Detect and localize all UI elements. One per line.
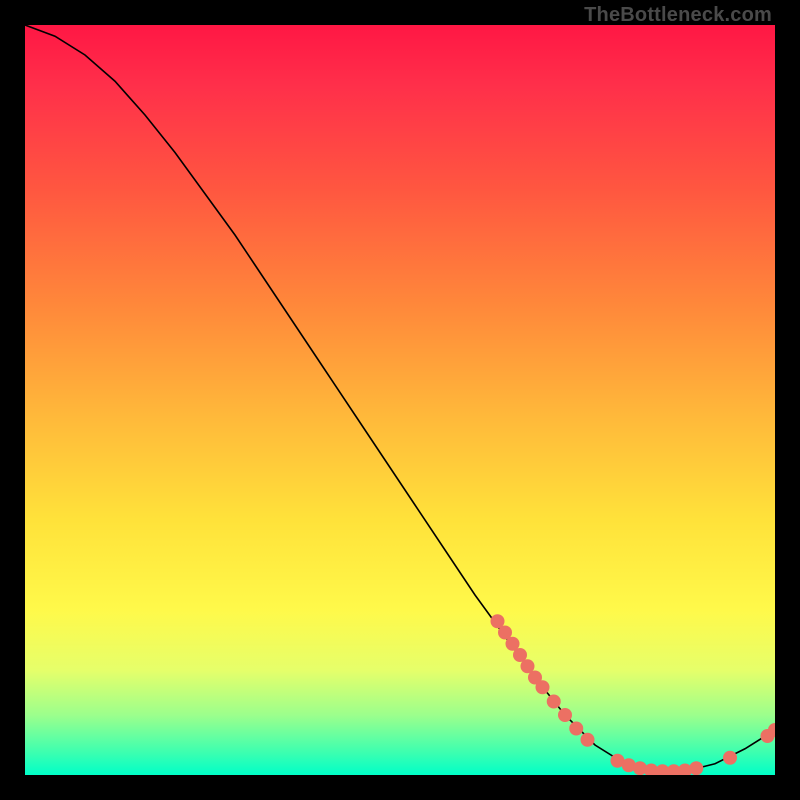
data-point — [581, 733, 595, 747]
marker-layer — [491, 614, 776, 775]
plot-area — [25, 25, 775, 775]
data-point — [536, 680, 550, 694]
data-point — [558, 708, 572, 722]
chart-svg — [25, 25, 775, 775]
data-point — [547, 695, 561, 709]
watermark-label: TheBottleneck.com — [584, 4, 772, 27]
curve-line — [25, 25, 775, 771]
data-point — [723, 751, 737, 765]
data-point — [689, 761, 703, 775]
data-point — [569, 722, 583, 736]
chart-frame: TheBottleneck.com — [0, 0, 800, 800]
